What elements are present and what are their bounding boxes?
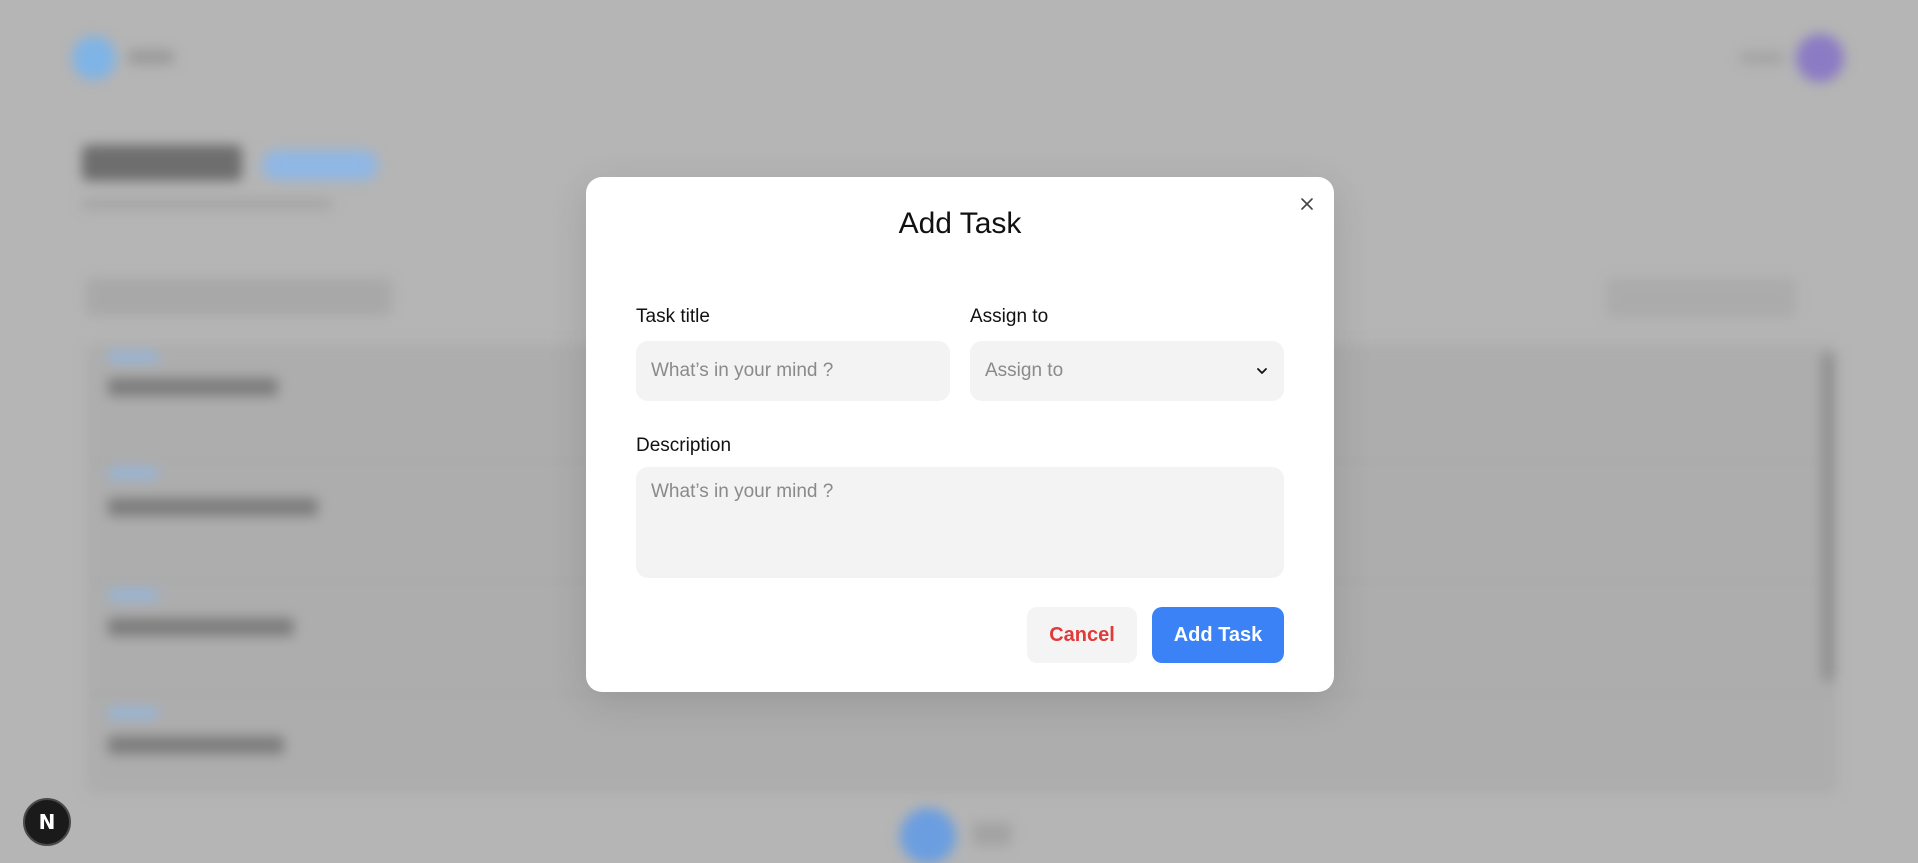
list-item-tag [108,708,158,718]
list-item-tag [108,352,158,362]
list-divider [86,694,1838,695]
pagination-current [900,808,956,863]
search-input-placeholder [86,278,392,316]
logo-icon [72,36,116,80]
page-heading-placeholder [82,145,242,181]
list-item-tag [108,468,158,478]
scrollbar [1822,352,1834,682]
list-item-title [108,618,294,636]
cancel-button[interactable]: Cancel [1027,607,1137,663]
status-badge [262,150,378,180]
list-item-title [108,736,284,754]
add-task-modal: Add Task Task title Assign to Assign to … [586,177,1334,692]
description-textarea[interactable] [636,467,1284,578]
pagination-next [972,822,1012,846]
chevron-down-icon [1257,368,1267,374]
page-subtitle-placeholder [82,198,332,210]
user-name-placeholder [1740,52,1784,64]
assign-to-select[interactable]: Assign to [970,341,1284,401]
task-title-input[interactable] [636,341,950,401]
description-label: Description [636,435,732,456]
task-title-label: Task title [636,306,710,327]
page: N Add Task Task title Assign to Assign t… [0,0,1918,863]
assign-to-label: Assign to [970,306,1049,327]
logo-text-placeholder [128,50,174,64]
list-item-title [108,378,278,396]
assign-to-selected-value: Assign to [985,360,1064,381]
modal-title: Add Task [898,207,1022,240]
dev-indicator-button[interactable]: N [23,798,71,846]
list-item-tag [108,590,158,600]
list-item-title [108,498,318,516]
avatar [1796,34,1844,82]
action-button-placeholder [1606,278,1796,318]
dev-indicator-label: N [38,810,56,834]
add-task-button[interactable]: Add Task [1152,607,1284,663]
